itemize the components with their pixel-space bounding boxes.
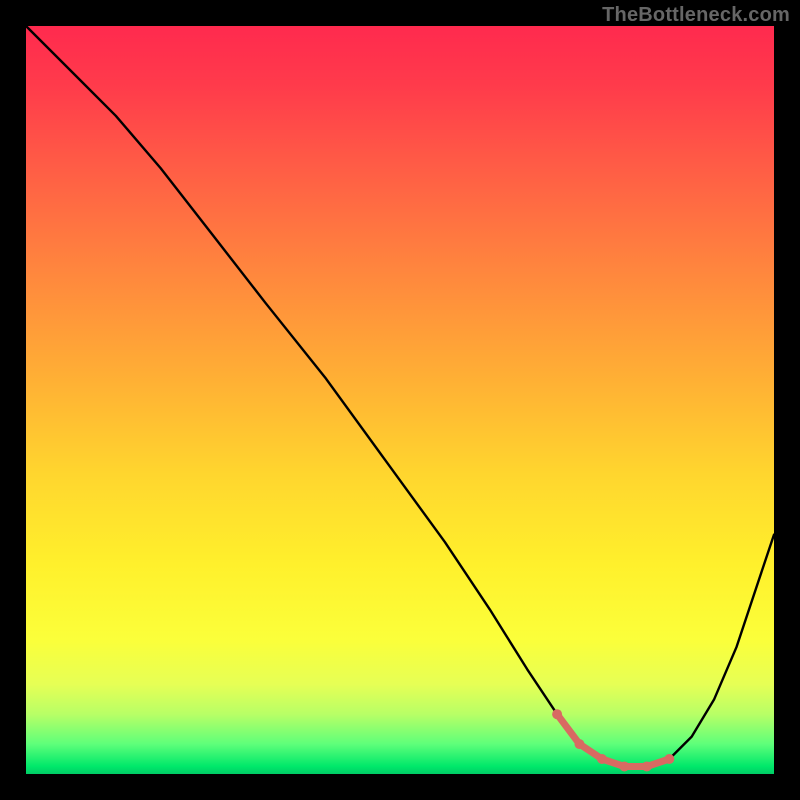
optimal-range-dot	[552, 709, 562, 719]
optimal-range-dot	[575, 739, 585, 749]
optimal-range-marker	[557, 714, 669, 766]
chart-stage: TheBottleneck.com	[0, 0, 800, 800]
optimal-range-dot	[597, 754, 607, 764]
optimal-range-dot	[619, 762, 629, 772]
optimal-range-dot	[642, 762, 652, 772]
optimal-range-dot	[664, 754, 674, 764]
watermark-text: TheBottleneck.com	[602, 4, 790, 27]
chart-svg	[26, 26, 774, 774]
bottleneck-curve	[26, 26, 774, 767]
plot-area	[26, 26, 774, 774]
